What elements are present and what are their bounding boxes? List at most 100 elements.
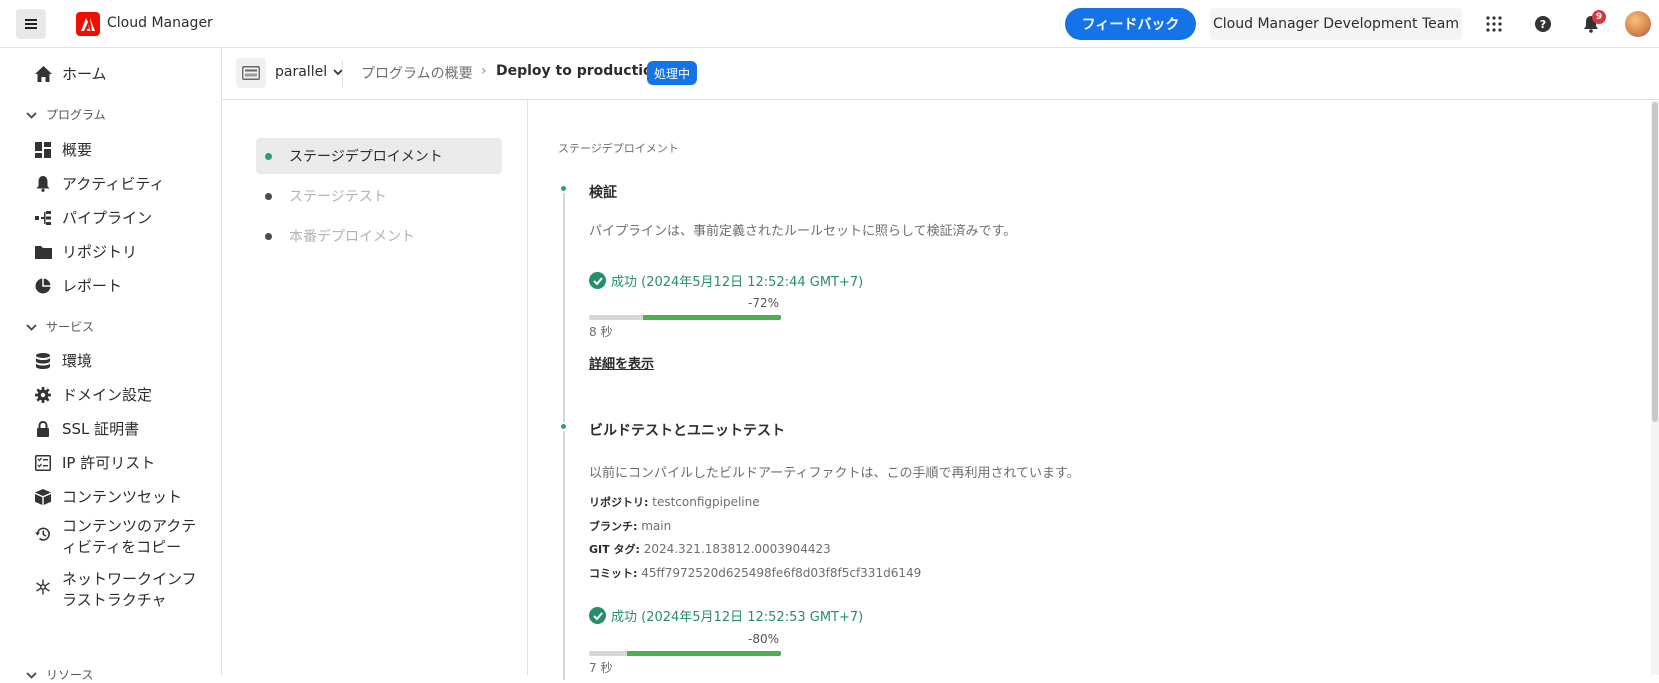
progress-bar — [589, 315, 781, 320]
sidebar-item-label: 概要 — [62, 141, 93, 159]
step-production-deployment[interactable]: 本番デプロイメント — [256, 218, 502, 254]
lock-icon — [34, 420, 52, 438]
check-circle-icon — [589, 607, 606, 624]
pie-icon — [34, 277, 52, 295]
status-badge: 処理中 — [647, 61, 698, 85]
check-circle-icon — [589, 272, 606, 289]
adobe-logo[interactable] — [76, 12, 100, 36]
step-detail-panel: ステージデプロイメント 検証 パイプラインは、事前定義されたルールセットに照らし… — [528, 100, 1651, 680]
pipeline-icon — [34, 209, 52, 227]
svg-text:?: ? — [1540, 18, 1546, 31]
meta-git-tag: GIT タグ: 2024.321.183812.0003904423 — [589, 541, 831, 557]
sidebar-item-label: レポート — [62, 277, 123, 295]
sidebar-item-label: ドメイン設定 — [62, 386, 153, 404]
timeline-line — [563, 190, 565, 680]
dashboard-icon — [34, 141, 52, 159]
folder-icon — [34, 243, 52, 261]
sidebar-section-services[interactable]: サービス — [26, 318, 94, 335]
progress-percent: -72% — [748, 296, 780, 310]
app-title: Cloud Manager — [107, 15, 213, 31]
sidebar-item-activity[interactable]: アクティビティ — [34, 173, 164, 194]
sidebar-item-label: ホーム — [62, 65, 107, 83]
database-icon — [34, 352, 52, 370]
sidebar-item-label: アクティビティ — [62, 175, 165, 193]
duration: 7 秒 — [589, 661, 613, 675]
view-details-link[interactable]: 詳細を表示 — [589, 353, 654, 372]
feedback-button[interactable]: フィードバック — [1065, 8, 1196, 40]
sidebar-item-label: 環境 — [62, 352, 93, 370]
status-text: 成功 (2024年5月12日 12:52:44 GMT+7) — [611, 275, 864, 290]
progress-bar — [589, 651, 781, 656]
sidebar-item-home[interactable]: ホーム — [34, 63, 107, 84]
progress-fill — [627, 651, 781, 656]
duration: 8 秒 — [589, 325, 613, 339]
sidebar-item-ip-allow-list[interactable]: IP 許可リスト — [34, 452, 155, 473]
sidebar-item-label: ィビティをコピー — [62, 538, 182, 556]
progress-percent: -80% — [748, 632, 780, 646]
sidebar-item-ssl-certificates[interactable]: SSL 証明書 — [34, 418, 139, 439]
network-icon — [34, 578, 52, 596]
sidebar-item-network-infrastructure[interactable]: ネットワークインフ ラストラクチャ — [34, 569, 197, 611]
sidebar: ホーム プログラム 概要 アクティビティ パイプライン リポジトリ レポート サ… — [0, 48, 222, 682]
section-label: プログラム — [46, 108, 106, 122]
bell-icon — [34, 175, 52, 193]
scrollbar-thumb[interactable] — [1652, 102, 1658, 422]
box-icon — [34, 488, 52, 506]
sidebar-item-label: ネットワークインフ — [62, 570, 197, 588]
org-switcher[interactable]: Cloud Manager Development Team — [1210, 8, 1462, 40]
step-stage-testing[interactable]: ステージテスト — [256, 178, 502, 214]
history-icon — [34, 525, 52, 543]
sidebar-item-content-sets[interactable]: コンテンツセット — [34, 486, 182, 507]
checklist-icon — [34, 454, 52, 472]
validation-title: 検証 — [589, 185, 617, 201]
build-status: 成功 (2024年5月12日 12:52:53 GMT+7) — [589, 606, 863, 625]
breadcrumb-program-overview[interactable]: プログラムの概要 — [361, 63, 473, 83]
section-label: サービス — [46, 320, 95, 334]
meta-label: GIT タグ: — [589, 543, 640, 556]
breadcrumb-current: Deploy to production — [496, 63, 663, 79]
program-icon[interactable] — [236, 58, 266, 88]
step-label: ステージデプロイメント — [289, 149, 443, 165]
sidebar-item-overview[interactable]: 概要 — [34, 139, 92, 160]
meta-label: コミット: — [589, 567, 638, 580]
meta-label: ブランチ: — [589, 520, 638, 533]
breadcrumb: parallel プログラムの概要 › Deploy to production… — [222, 48, 1659, 100]
sidebar-item-label: パイプライン — [62, 209, 153, 227]
meta-branch: ブランチ: main — [589, 518, 671, 534]
home-icon — [34, 65, 52, 83]
meta-value: 2024.321.183812.0003904423 — [643, 542, 831, 556]
sidebar-section-program[interactable]: プログラム — [26, 106, 106, 123]
notification-badge: 9 — [1592, 10, 1606, 24]
status-text: 成功 (2024年5月12日 12:52:53 GMT+7) — [611, 610, 864, 625]
step-label: 本番デプロイメント — [289, 229, 415, 245]
step-dot — [265, 192, 272, 200]
program-selector[interactable]: parallel — [275, 64, 343, 80]
chevron-down-icon — [26, 108, 38, 122]
step-list: ステージデプロイメント ステージテスト 本番デプロイメント — [222, 100, 528, 675]
progress-fill — [642, 315, 781, 320]
sidebar-item-label: ラストラクチャ — [62, 591, 167, 609]
timeline-dot — [559, 184, 568, 193]
help-icon[interactable]: ? — [1531, 12, 1555, 36]
sidebar-item-label: SSL 証明書 — [62, 420, 140, 438]
avatar[interactable] — [1625, 11, 1651, 37]
meta-label: リポジトリ: — [589, 496, 649, 509]
validation-status: 成功 (2024年5月12日 12:52:44 GMT+7) — [589, 271, 863, 290]
timeline-dot — [559, 422, 568, 431]
build-title: ビルドテストとユニットテスト — [589, 423, 785, 439]
sidebar-item-pipelines[interactable]: パイプライン — [34, 207, 152, 228]
section-label: ステージデプロイメント — [558, 142, 679, 155]
meta-commit: コミット: 45ff7972520d625498fe6f8d03f8f5cf33… — [589, 565, 921, 581]
sidebar-item-copy-content-activity[interactable]: コンテンツのアクテ ィビティをコピー — [34, 516, 196, 558]
meta-value: testconfigpipeline — [652, 495, 760, 509]
sidebar-item-label: IP 許可リスト — [62, 454, 156, 472]
sidebar-item-repositories[interactable]: リポジトリ — [34, 241, 137, 262]
grid-icon[interactable] — [1482, 12, 1506, 36]
meta-repository: リポジトリ: testconfigpipeline — [589, 494, 760, 510]
sidebar-item-reports[interactable]: レポート — [34, 275, 122, 296]
chevron-down-icon — [26, 320, 38, 334]
step-stage-deployment[interactable]: ステージデプロイメント — [256, 138, 502, 174]
sidebar-item-environments[interactable]: 環境 — [34, 350, 92, 371]
hamburger-icon[interactable] — [16, 9, 46, 39]
sidebar-item-domain-settings[interactable]: ドメイン設定 — [34, 384, 152, 405]
